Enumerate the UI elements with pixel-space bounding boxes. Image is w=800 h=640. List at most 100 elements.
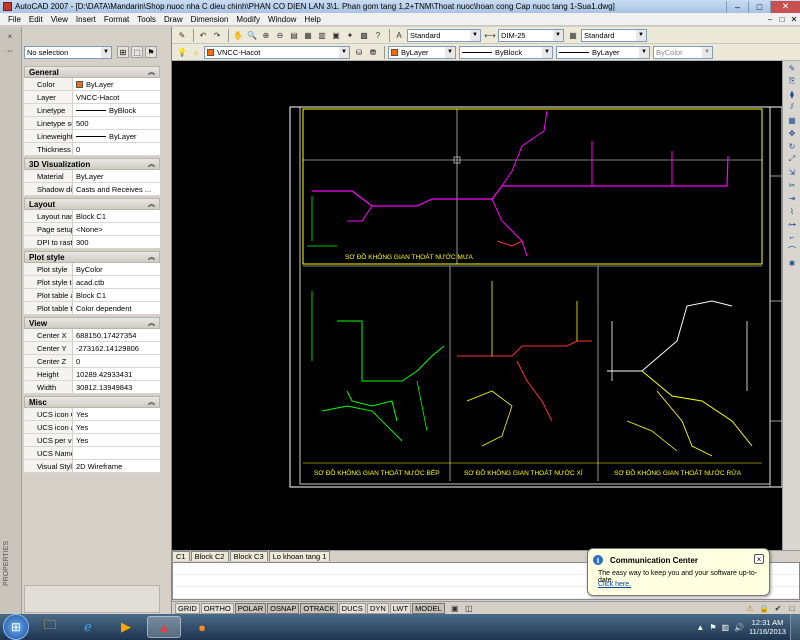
balloon-close-button[interactable]: ×	[754, 554, 764, 564]
property-row[interactable]: Layer VNCC-Hacot	[24, 91, 160, 104]
property-value[interactable]: ByBlock	[73, 104, 160, 116]
pencil-icon[interactable]: ✎	[176, 29, 188, 41]
property-row[interactable]: UCS icon OnYes	[24, 408, 160, 421]
sheet-set-icon[interactable]: ▣	[330, 29, 342, 41]
property-value[interactable]: 0	[73, 143, 160, 155]
property-row[interactable]: Plot table typeColor dependent	[24, 302, 160, 315]
property-value[interactable]: Block C1	[73, 289, 160, 301]
tab-c1[interactable]: C1	[172, 551, 190, 561]
tool-palettes-icon[interactable]: ▥	[316, 29, 328, 41]
property-row[interactable]: Height 10289.42933431	[24, 368, 160, 381]
tab-block-c2[interactable]: Block C2	[190, 551, 229, 561]
design-center-icon[interactable]: ▦	[302, 29, 314, 41]
firefox-taskbar-icon[interactable]: ●	[185, 616, 219, 638]
property-value[interactable]: Block C1	[73, 210, 160, 222]
scale-icon[interactable]: ⤢	[786, 153, 798, 165]
property-value[interactable]: <None>	[73, 223, 160, 235]
maximize-viewport-icon[interactable]: ◫	[463, 602, 475, 614]
property-value[interactable]: ByLayer	[73, 130, 160, 142]
status-ortho-button[interactable]: ORTHO	[200, 602, 234, 614]
dim-style-combo[interactable]: DIM-25 ▼	[498, 28, 564, 42]
lightbulb-icon[interactable]: 💡	[176, 46, 188, 58]
start-button[interactable]: ⊞	[3, 614, 29, 640]
menu-dimension[interactable]: Dimension	[187, 15, 233, 24]
property-row[interactable]: Shadow disp...Casts and Receives ...	[24, 183, 160, 196]
property-value[interactable]: VNCC-Hacot	[73, 91, 160, 103]
section-header[interactable]: Layout ︽	[24, 198, 160, 210]
property-value[interactable]: -273162.14129806	[73, 342, 160, 354]
close-button[interactable]: ✕	[770, 0, 800, 13]
status-lwt-button[interactable]: LWT	[389, 602, 412, 614]
show-hidden-icons-icon[interactable]: ▲	[696, 623, 704, 632]
zoom-previous-icon[interactable]: ⊖	[274, 29, 286, 41]
show-desktop-button[interactable]	[790, 614, 800, 640]
autocad-taskbar-icon[interactable]: ▲	[147, 616, 181, 638]
chevron-down-icon[interactable]: ▼	[553, 29, 563, 41]
doc-restore-button[interactable]: □	[776, 15, 788, 24]
lineweight-combo[interactable]: ByLayer ▼	[556, 45, 650, 59]
property-row[interactable]: Center Y -273162.14129806	[24, 342, 160, 355]
collapse-icon[interactable]: ︽	[148, 397, 155, 407]
property-value[interactable]: Yes	[73, 408, 160, 420]
menu-view[interactable]: View	[47, 15, 72, 24]
property-row[interactable]: UCS per vie...Yes	[24, 434, 160, 447]
property-row[interactable]: Plot style ByColor	[24, 263, 160, 276]
status-grid-button[interactable]: GRID	[175, 602, 200, 614]
status-dyn-button[interactable]: DYN	[366, 602, 389, 614]
property-row[interactable]: Color ByLayer	[24, 78, 160, 91]
chevron-down-icon[interactable]: ▼	[542, 46, 552, 58]
section-header[interactable]: Misc ︽	[24, 396, 160, 408]
zoom-window-icon[interactable]: ⊕	[260, 29, 272, 41]
text-style-combo[interactable]: Standard ▼	[407, 28, 481, 42]
status-osnap-button[interactable]: OSNAP	[267, 602, 300, 614]
internet-explorer-taskbar-icon[interactable]: ℯ	[71, 616, 105, 638]
property-value[interactable]: 30812.13949843	[73, 381, 160, 393]
explode-icon[interactable]: ✱	[786, 257, 798, 269]
property-row[interactable]: Center Z0	[24, 355, 160, 368]
chevron-down-icon[interactable]: ▼	[639, 46, 649, 58]
quick-select-icon[interactable]: ⚑	[145, 46, 157, 58]
tab-block-c3[interactable]: Block C3	[229, 551, 268, 561]
chevron-down-icon[interactable]: ▼	[636, 29, 646, 41]
property-row[interactable]: Center X 688150.17427354	[24, 329, 160, 342]
collapse-icon[interactable]: ︽	[148, 252, 155, 262]
mirror-icon[interactable]: ⧫	[786, 88, 798, 100]
menu-modify[interactable]: Modify	[232, 15, 264, 24]
property-value[interactable]	[73, 447, 160, 459]
clean-screen-icon[interactable]: □	[786, 602, 798, 614]
color-combo[interactable]: ByLayer ▼	[388, 45, 456, 59]
menu-help[interactable]: Help	[300, 15, 324, 24]
chevron-down-icon[interactable]: ▼	[101, 46, 111, 58]
help-icon[interactable]: ?	[372, 29, 384, 41]
explorer-taskbar-icon[interactable]: 🗀	[33, 616, 67, 638]
break-icon[interactable]: ⌇	[786, 205, 798, 217]
property-row[interactable]: Page setup ...<None>	[24, 223, 160, 236]
section-header[interactable]: 3D Visualization ︽	[24, 158, 160, 170]
menu-insert[interactable]: Insert	[72, 15, 100, 24]
auto-hide-icon[interactable]: ⇔	[5, 45, 15, 55]
menu-file[interactable]: File	[4, 15, 25, 24]
markup-icon[interactable]: ✦	[344, 29, 356, 41]
pan-icon[interactable]: ✋	[232, 29, 244, 41]
status-model-button[interactable]: MODEL	[412, 602, 445, 614]
doc-minimize-button[interactable]: –	[764, 15, 776, 24]
make-current-layer-icon[interactable]: ⛁	[353, 46, 365, 58]
select-objects-icon[interactable]: ⬚	[131, 46, 143, 58]
erase-icon[interactable]: ✎	[786, 62, 798, 74]
maximize-button[interactable]: □	[748, 0, 770, 13]
chamfer-icon[interactable]: ⌐	[786, 231, 798, 243]
status-otrack-button[interactable]: OTRACK	[300, 602, 338, 614]
balloon-link[interactable]: Click here.	[598, 581, 631, 588]
zoom-realtime-icon[interactable]: 🔍	[246, 29, 258, 41]
paper-model-icon[interactable]: ▣	[449, 602, 461, 614]
menu-format[interactable]: Format	[100, 15, 133, 24]
status-ducs-button[interactable]: DUCS	[338, 602, 366, 614]
property-row[interactable]: Plot table att...Block C1	[24, 289, 160, 302]
autocad-app-icon[interactable]	[3, 2, 12, 11]
tab-lo-khoan-tang-1[interactable]: Lo khoan tang 1	[268, 551, 331, 561]
property-value[interactable]: 688150.17427354	[73, 329, 160, 341]
property-value[interactable]: Yes	[73, 434, 160, 446]
property-row[interactable]: Visual Style 2D Wireframe	[24, 460, 160, 473]
property-value[interactable]: Casts and Receives ...	[73, 183, 160, 195]
property-row[interactable]: Width 30812.13949843	[24, 381, 160, 394]
